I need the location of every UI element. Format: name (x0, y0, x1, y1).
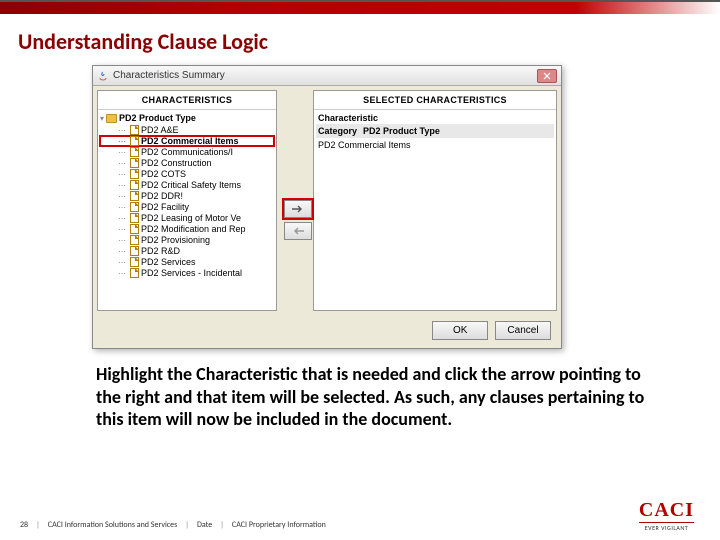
characteristic-column-label: Characteristic (316, 112, 554, 124)
characteristics-panel: CHARACTERISTICS ▾ PD2 Product Type ⋯PD2 … (97, 90, 277, 311)
move-right-button[interactable] (284, 200, 312, 218)
tree-item[interactable]: ⋯PD2 R&D (100, 246, 274, 256)
tree-item[interactable]: ⋯PD2 Provisioning (100, 235, 274, 245)
dialog-container: Characteristics Summary CHARACTERISTICS … (92, 65, 562, 349)
cancel-button[interactable]: Cancel (495, 321, 551, 340)
tree-item-label: PD2 Provisioning (141, 235, 210, 245)
characteristics-tree[interactable]: ▾ PD2 Product Type ⋯PD2 A&E⋯PD2 Commerci… (98, 110, 276, 310)
page-title: Understanding Clause Logic (18, 28, 720, 55)
dialog-button-row: OK Cancel (93, 315, 561, 348)
document-icon (130, 213, 139, 223)
document-icon (130, 191, 139, 201)
document-icon (130, 268, 139, 278)
footer-org: CACI Information Solutions and Services (48, 520, 177, 530)
page-footer: 28 | CACI Information Solutions and Serv… (0, 520, 720, 530)
tree-root-label: PD2 Product Type (119, 113, 196, 123)
tree-item[interactable]: ⋯PD2 A&E (100, 125, 274, 135)
tree-item-label: PD2 Modification and Rep (141, 224, 246, 234)
tree-item-label: PD2 Communications/I (141, 147, 233, 157)
tree-item-label: PD2 COTS (141, 169, 186, 179)
category-row: Category PD2 Product Type (316, 124, 554, 138)
tree-item[interactable]: ⋯PD2 Commercial Items (100, 136, 274, 146)
document-icon (130, 257, 139, 267)
footer-proprietary: CACI Proprietary Information (232, 520, 326, 530)
selected-panel: SELECTED CHARACTERISTICS Characteristic … (313, 90, 557, 311)
tree-item[interactable]: ⋯PD2 DDR! (100, 191, 274, 201)
header-accent-bar (0, 0, 720, 14)
left-panel-header: CHARACTERISTICS (98, 91, 276, 110)
document-icon (130, 202, 139, 212)
document-icon (130, 246, 139, 256)
tree-item-label: PD2 A&E (141, 125, 179, 135)
right-panel-header: SELECTED CHARACTERISTICS (314, 91, 556, 110)
tree-item[interactable]: ⋯PD2 Leasing of Motor Ve (100, 213, 274, 223)
document-icon (130, 169, 139, 179)
document-icon (130, 224, 139, 234)
transfer-arrows (280, 200, 316, 240)
instruction-text: Highlight the Characteristic that is nee… (96, 363, 666, 431)
tree-item[interactable]: ⋯PD2 Modification and Rep (100, 224, 274, 234)
tree-item[interactable]: ⋯PD2 Services - Incidental (100, 268, 274, 278)
selected-item[interactable]: PD2 Commercial Items (316, 138, 554, 152)
tree-item-label: PD2 Facility (141, 202, 189, 212)
tree-item[interactable]: ⋯PD2 COTS (100, 169, 274, 179)
tree-item[interactable]: ⋯PD2 Critical Safety Items (100, 180, 274, 190)
tree-item-label: PD2 Leasing of Motor Ve (141, 213, 241, 223)
dialog-titlebar: Characteristics Summary (93, 66, 561, 86)
tree-item-label: PD2 Critical Safety Items (141, 180, 241, 190)
tree-item-label: PD2 R&D (141, 246, 180, 256)
tree-item-label: PD2 DDR! (141, 191, 183, 201)
document-icon (130, 235, 139, 245)
tree-item-label: PD2 Commercial Items (141, 136, 239, 146)
logo-brand: CACI (639, 499, 694, 522)
tree-root[interactable]: ▾ PD2 Product Type (100, 112, 274, 124)
tree-item[interactable]: ⋯PD2 Construction (100, 158, 274, 168)
tree-item-label: PD2 Services (141, 257, 196, 267)
category-value: PD2 Product Type (363, 126, 440, 136)
category-label: Category (318, 126, 357, 136)
java-icon (97, 70, 109, 82)
page-number: 28 (20, 520, 28, 530)
tree-item-label: PD2 Construction (141, 158, 212, 168)
footer-date-label: Date (197, 520, 212, 530)
logo-tagline: EVER VIGILANT (639, 522, 694, 532)
document-icon (130, 125, 139, 135)
close-button[interactable] (537, 69, 557, 83)
caci-logo: CACI EVER VIGILANT (639, 499, 694, 532)
tree-item[interactable]: ⋯PD2 Communications/I (100, 147, 274, 157)
document-icon (130, 158, 139, 168)
document-icon (130, 180, 139, 190)
folder-icon (106, 114, 117, 123)
ok-button[interactable]: OK (432, 321, 488, 340)
move-left-button[interactable] (284, 222, 312, 240)
tree-item[interactable]: ⋯PD2 Services (100, 257, 274, 267)
document-icon (130, 147, 139, 157)
tree-item[interactable]: ⋯PD2 Facility (100, 202, 274, 212)
dialog-title: Characteristics Summary (113, 70, 537, 81)
tree-item-label: PD2 Services - Incidental (141, 268, 242, 278)
document-icon (130, 136, 139, 146)
characteristics-dialog: Characteristics Summary CHARACTERISTICS … (92, 65, 562, 349)
